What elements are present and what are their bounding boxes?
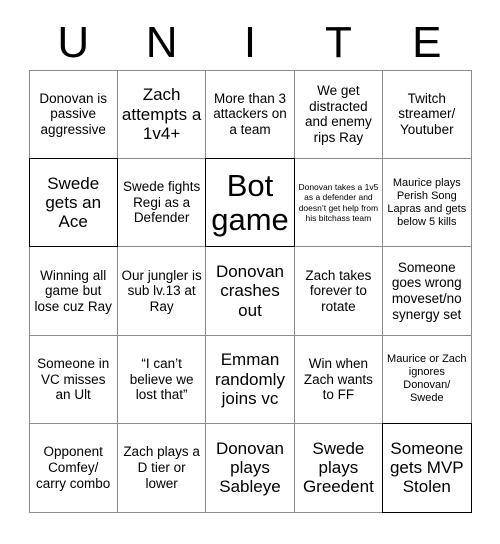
bingo-grid: Donovan is passive aggressive Zach attemp… bbox=[28, 69, 472, 513]
bingo-cell[interactable]: Donovan is passive aggressive bbox=[28, 69, 118, 159]
bingo-cell[interactable]: “I can’t believe we lost that” bbox=[116, 334, 207, 425]
header-letter-4: T bbox=[324, 18, 352, 67]
bingo-cell[interactable]: Opponent Comfey/ carry combo bbox=[28, 423, 118, 513]
bingo-cell[interactable]: Our jungler is sub lv.13 at Ray bbox=[116, 246, 207, 336]
header-letter-3: I bbox=[243, 18, 257, 67]
bingo-cell[interactable]: Emman randomly joins vc bbox=[205, 334, 295, 425]
bingo-cell[interactable]: Swede fights Regi as a Defender bbox=[116, 157, 207, 248]
bingo-cell-label: We get distracted and enemy rips Ray bbox=[304, 82, 372, 145]
bingo-cell[interactable]: Swede plays Greedent bbox=[293, 423, 384, 513]
bingo-card: U N I T E Donovan is passive aggressive Z… bbox=[0, 0, 500, 544]
bingo-cell-label: Donovan crashes out bbox=[215, 261, 285, 320]
header-letter-1: U bbox=[57, 18, 90, 67]
bingo-cell[interactable]: Win when Zach wants to FF bbox=[293, 334, 384, 425]
bingo-cell-label: Win when Zach wants to FF bbox=[303, 355, 373, 403]
bingo-cell-label: Swede fights Regi as a Defender bbox=[122, 179, 201, 226]
bingo-cell[interactable]: Zach attempts a 1v4+ bbox=[116, 69, 207, 159]
bingo-cell[interactable]: Swede gets an Ace bbox=[28, 157, 118, 248]
bingo-cell-label: Maurice plays Perish Song Lapras and get… bbox=[387, 176, 467, 228]
bingo-cell-label: Zach plays a D tier or lower bbox=[123, 444, 200, 491]
bingo-cell[interactable]: Someone gets MVP Stolen bbox=[382, 423, 472, 513]
bingo-cell-label: “I can’t believe we lost that” bbox=[129, 355, 194, 403]
header-letter-2: N bbox=[145, 18, 178, 67]
bingo-cell[interactable]: We get distracted and enemy rips Ray bbox=[293, 69, 384, 159]
bingo-cell-label: Zach attempts a 1v4+ bbox=[121, 85, 202, 143]
bingo-cell-label: Our jungler is sub lv.13 at Ray bbox=[121, 267, 202, 314]
bingo-cell-label: Twitch streamer/ Youtuber bbox=[398, 90, 456, 138]
bingo-cell[interactable]: Maurice plays Perish Song Lapras and get… bbox=[382, 157, 472, 248]
bingo-cell-label: Swede gets an Ace bbox=[45, 173, 102, 232]
bingo-cell[interactable]: Winning all game but lose cuz Ray bbox=[28, 246, 118, 336]
header-letter-5: E bbox=[412, 18, 442, 67]
bingo-cell-label: Donovan is passive aggressive bbox=[39, 90, 107, 138]
bingo-cell-label: Opponent Comfey/ carry combo bbox=[36, 444, 111, 491]
bingo-cell-label: Maurice or Zach ignores Donovan/ Swede bbox=[387, 353, 467, 405]
bingo-cell-label: Emman randomly joins vc bbox=[215, 350, 285, 409]
bingo-cell[interactable]: Maurice or Zach ignores Donovan/ Swede bbox=[382, 334, 472, 425]
bingo-cell[interactable]: Zach plays a D tier or lower bbox=[116, 423, 207, 513]
bingo-cell[interactable]: Donovan takes a 1v5 as a defender and do… bbox=[293, 157, 384, 248]
bingo-cell-label: Donovan plays Sableye bbox=[215, 438, 285, 497]
bingo-header: U N I T E bbox=[29, 16, 471, 70]
bingo-cell-label: Someone in VC misses an Ult bbox=[37, 355, 110, 403]
bingo-cell[interactable]: Donovan plays Sableye bbox=[205, 423, 295, 513]
bingo-cell[interactable]: Twitch streamer/ Youtuber bbox=[382, 69, 472, 159]
bingo-cell[interactable]: Bot game bbox=[205, 157, 295, 248]
bingo-cell-label: Winning all game but lose cuz Ray bbox=[34, 267, 112, 314]
bingo-cell[interactable]: Someone goes wrong moveset/no synergy se… bbox=[382, 246, 472, 336]
bingo-cell-label: More than 3 attackers on a team bbox=[213, 90, 287, 138]
bingo-cell-label: Swede plays Greedent bbox=[302, 438, 374, 497]
bingo-cell[interactable]: Zach takes forever to rotate bbox=[293, 246, 384, 336]
bingo-cell-label: Someone gets MVP Stolen bbox=[389, 438, 464, 497]
bingo-cell-label: Someone goes wrong moveset/no synergy se… bbox=[391, 259, 462, 322]
bingo-cell[interactable]: Someone in VC misses an Ult bbox=[28, 334, 118, 425]
bingo-cell[interactable]: More than 3 attackers on a team bbox=[205, 69, 295, 159]
bingo-cell[interactable]: Donovan crashes out bbox=[205, 246, 295, 336]
bingo-cell-label: Donovan takes a 1v5 as a defender and do… bbox=[298, 182, 379, 223]
bingo-cell-label: Zach takes forever to rotate bbox=[305, 267, 372, 314]
bingo-cell-label: Bot game bbox=[211, 167, 289, 237]
